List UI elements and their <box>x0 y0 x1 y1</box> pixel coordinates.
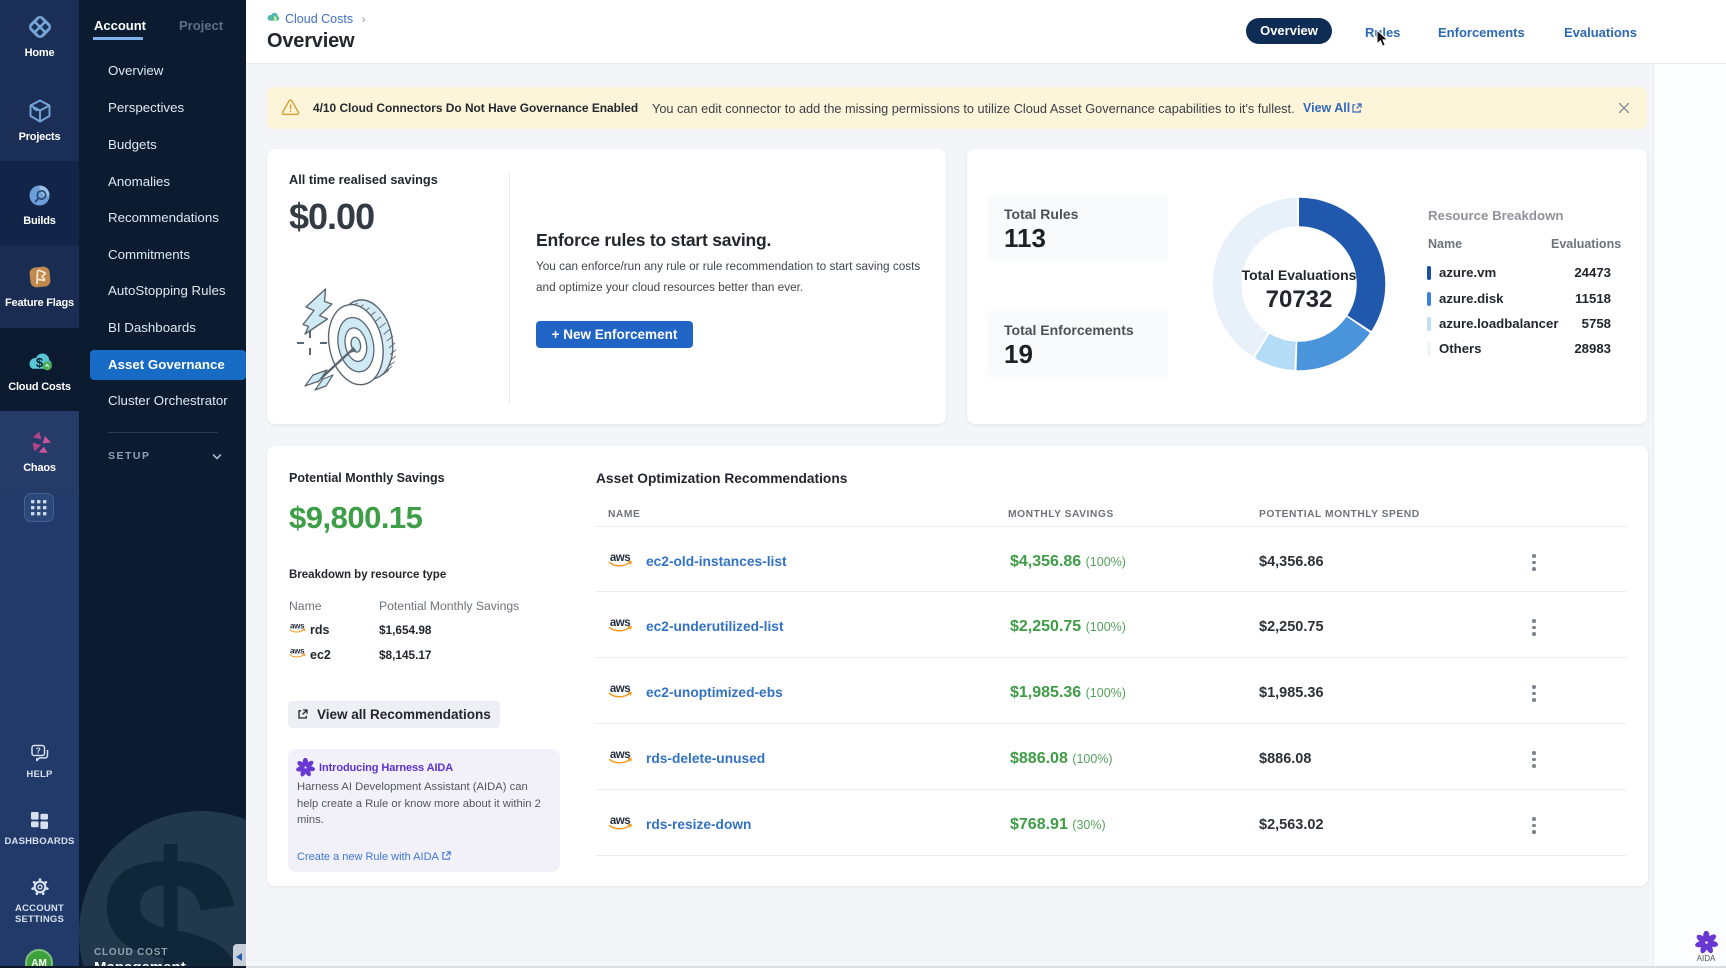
svg-text:aws: aws <box>610 552 630 564</box>
svg-text:aws: aws <box>610 749 630 761</box>
svg-text:$: $ <box>35 355 43 370</box>
svg-text:$: $ <box>274 16 277 22</box>
svg-text:aws: aws <box>610 683 630 695</box>
svg-text:?: ? <box>35 746 40 756</box>
svg-text:$: $ <box>98 803 243 968</box>
svg-text:aws: aws <box>610 617 630 629</box>
svg-text:aws: aws <box>610 815 630 827</box>
